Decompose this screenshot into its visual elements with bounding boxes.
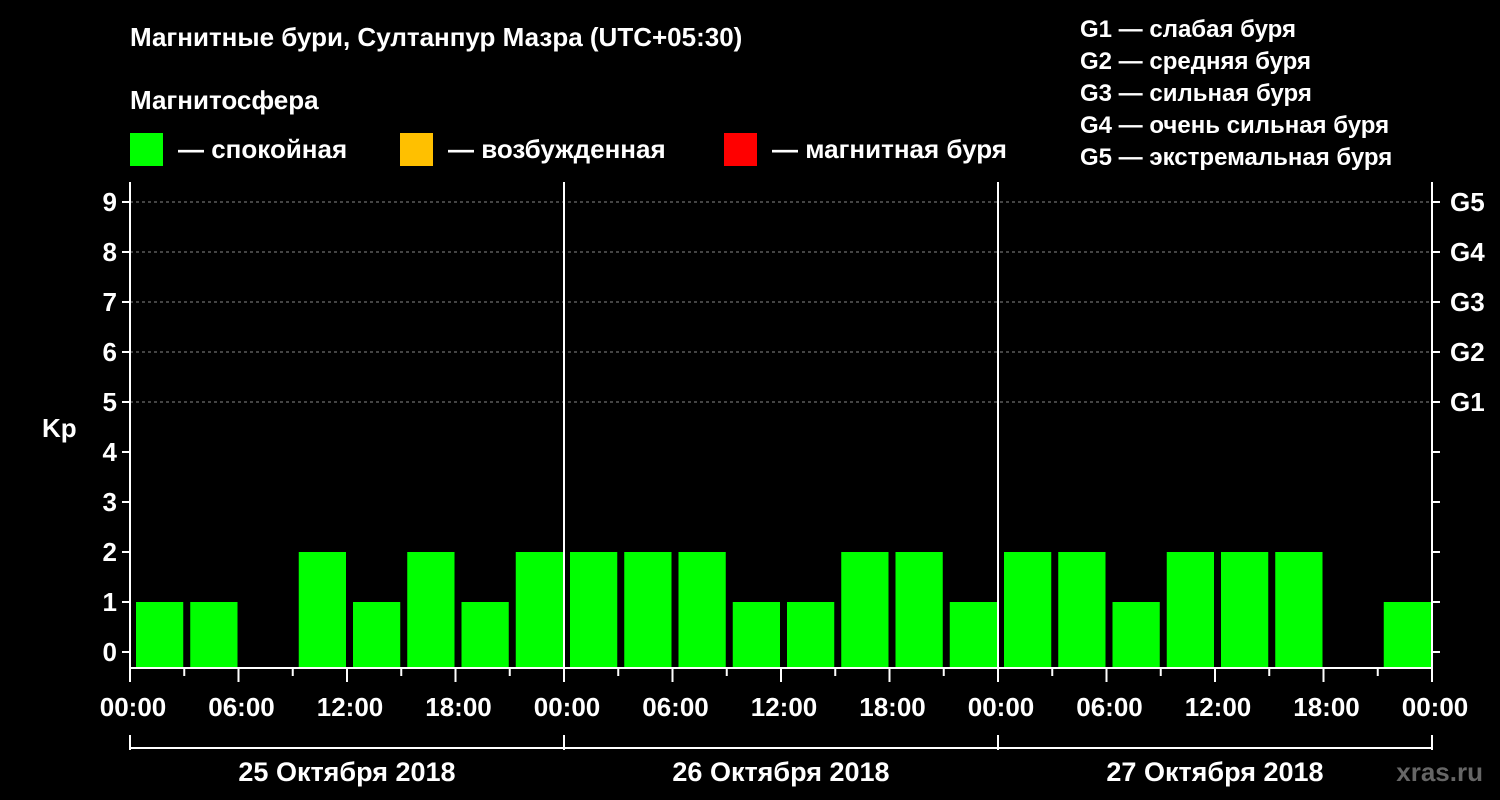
kp-bar — [1275, 552, 1323, 668]
x-tick-label: 18:00 — [859, 692, 926, 722]
g-axis-label: G1 — [1450, 387, 1485, 417]
kp-bar — [190, 602, 238, 668]
y-tick-label: 1 — [103, 587, 117, 617]
kp-bar — [136, 602, 184, 668]
x-tick-label: 00:00 — [534, 692, 601, 722]
y-tick-label: 7 — [103, 287, 117, 317]
kp-chart: 0 1 2 3 4 5 6 7 8 9 G1 G2 G3 G4 G5 Kp 00:00 06:00 12:00 18:… — [42, 182, 1485, 787]
kp-bar — [949, 602, 997, 668]
x-tick-label: 18:00 — [1293, 692, 1360, 722]
kp-bar — [1221, 552, 1269, 668]
day-label: 25 Октября 2018 — [238, 757, 455, 787]
kp-bar — [841, 552, 889, 668]
x-tick-label: 06:00 — [1076, 692, 1143, 722]
day-label: 26 Октября 2018 — [672, 757, 889, 787]
x-tick-label: 12:00 — [317, 692, 384, 722]
day-label: 27 Октября 2018 — [1106, 757, 1323, 787]
x-tick-label: 12:00 — [751, 692, 818, 722]
y-tick-label: 5 — [103, 387, 117, 417]
kp-bar — [570, 552, 618, 668]
x-tick-label: 00:00 — [968, 692, 1035, 722]
y-tick-label: 2 — [103, 537, 117, 567]
kp-bar — [1058, 552, 1106, 668]
x-tick-label: 00:00 — [1402, 692, 1469, 722]
kp-bar — [1112, 602, 1160, 668]
g-axis-label: G5 — [1450, 187, 1485, 217]
y-tick-label: 3 — [103, 487, 117, 517]
x-tick-label: 06:00 — [642, 692, 709, 722]
watermark: xras.ru — [1396, 757, 1483, 787]
g-axis-label: G2 — [1450, 337, 1485, 367]
x-tick-label: 06:00 — [208, 692, 275, 722]
y-tick-label: 0 — [103, 637, 117, 667]
y-tick-label: 9 — [103, 187, 117, 217]
kp-bar — [895, 552, 943, 668]
y-tick-label: 6 — [103, 337, 117, 367]
kp-bar — [787, 602, 835, 668]
x-tick-label: 00:00 — [100, 692, 167, 722]
y-axis-label: Kp — [42, 413, 77, 443]
kp-bar — [732, 602, 780, 668]
x-tick-label: 18:00 — [425, 692, 492, 722]
kp-bar — [407, 552, 455, 668]
kp-bar — [1004, 552, 1052, 668]
kp-bar — [515, 552, 563, 668]
y-tick-label: 4 — [103, 437, 118, 467]
kp-bar — [624, 552, 672, 668]
kp-bar — [353, 602, 401, 668]
x-tick-label: 12:00 — [1185, 692, 1252, 722]
g-axis-label: G4 — [1450, 237, 1485, 267]
kp-bar — [1383, 602, 1431, 668]
kp-bar — [678, 552, 726, 668]
kp-bar — [1166, 552, 1214, 668]
g-axis-label: G3 — [1450, 287, 1485, 317]
y-tick-label: 8 — [103, 237, 117, 267]
kp-bar — [298, 552, 346, 668]
kp-bar — [461, 602, 509, 668]
